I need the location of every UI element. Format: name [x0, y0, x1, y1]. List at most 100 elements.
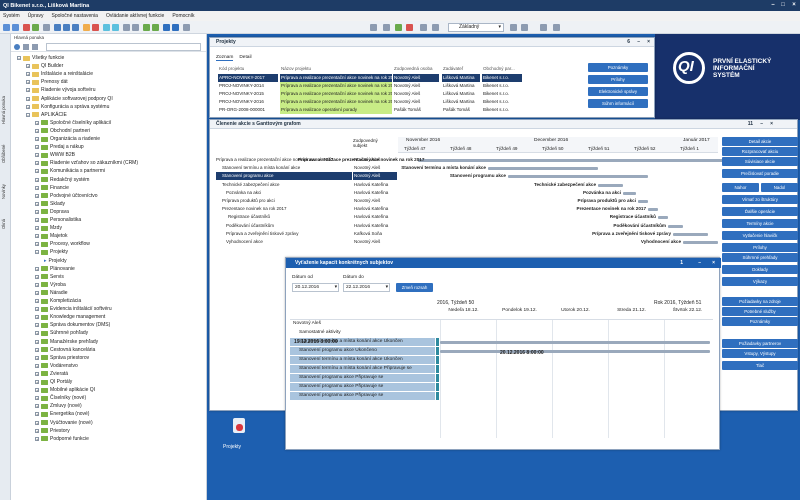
- columns-icon[interactable]: [420, 24, 427, 31]
- expand-icon[interactable]: +: [35, 428, 39, 433]
- table-row[interactable]: APRO-NOVINKY-2017 Príprava a realizace pr…: [218, 74, 522, 82]
- forward-icon[interactable]: [12, 24, 19, 31]
- expand-icon[interactable]: +: [26, 104, 30, 109]
- minimize-icon[interactable]: –: [760, 120, 763, 129]
- prilohy-button[interactable]: Prílohy: [588, 75, 648, 84]
- tree-item[interactable]: + Procesy, workflow: [35, 240, 90, 248]
- minimize-icon[interactable]: –: [768, 0, 778, 11]
- tree-item[interactable]: − Projekty: [35, 248, 68, 256]
- tree-item[interactable]: + Číselníky (nové): [35, 394, 86, 402]
- menu-system[interactable]: Systém: [3, 13, 20, 19]
- layout-select[interactable]: Základný ▾: [448, 23, 504, 32]
- tree-item[interactable]: + Evidencia inštalácií softvéru: [35, 305, 112, 313]
- tree-item[interactable]: + Podvojné účtovníctvo: [35, 192, 98, 200]
- expand-icon[interactable]: +: [35, 396, 39, 401]
- date-to-input[interactable]: 22.12.2016 ▾: [343, 283, 390, 292]
- action-button[interactable]: Detail akcie: [722, 137, 798, 146]
- expand-icon[interactable]: +: [35, 266, 39, 271]
- gantt-task-name[interactable]: Registrace účastníků: [228, 213, 358, 221]
- refresh-icon[interactable]: [32, 24, 39, 31]
- export-icon[interactable]: [143, 24, 150, 31]
- gantt-task-name[interactable]: Poděkování účastníkům: [226, 222, 356, 230]
- settings-icon[interactable]: [183, 24, 190, 31]
- tree-item[interactable]: + Zvieratá: [35, 370, 68, 378]
- tree-item[interactable]: + QI Portály: [35, 378, 72, 386]
- expand-icon[interactable]: −: [17, 56, 21, 61]
- action-button[interactable]: Potrebné služby: [722, 307, 798, 316]
- tree-item[interactable]: + Konfigurácia a správa systému: [26, 103, 109, 111]
- expand-icon[interactable]: +: [35, 145, 39, 150]
- table-row[interactable]: PR-ORG-2008-000001 Príprava a realizace o…: [218, 106, 522, 114]
- capacity-row[interactable]: Novotný Aleš: [290, 320, 435, 328]
- tree-item[interactable]: + Knowledge management: [35, 313, 105, 321]
- capacity-row[interactable]: Stanovení programu akce Připravuje se: [290, 392, 435, 400]
- action-button[interactable]: Ďalšie operácie: [722, 207, 798, 216]
- tree-item[interactable]: + Podporné funkcie: [35, 435, 89, 443]
- expand-icon[interactable]: +: [35, 315, 39, 320]
- capacity-row[interactable]: Stanovení programu akce Ukončeno: [290, 347, 435, 355]
- expand-icon[interactable]: +: [26, 96, 30, 101]
- expand-icon[interactable]: +: [35, 242, 39, 247]
- tree-item[interactable]: + Mzdy: [35, 224, 62, 232]
- tree-item[interactable]: + Náradie: [35, 289, 68, 297]
- column-header[interactable]: Kód projektu: [218, 65, 278, 73]
- help-icon[interactable]: [163, 24, 170, 31]
- tab-detail[interactable]: Detail: [239, 55, 251, 61]
- tree-item[interactable]: + QI Builder: [26, 62, 63, 70]
- gantt-task-name[interactable]: Príprava a zveřejnění tiskové zprávy: [226, 230, 356, 238]
- minimize-icon[interactable]: –: [698, 258, 701, 268]
- stop-icon[interactable]: [23, 24, 30, 31]
- window-tile-icon[interactable]: [553, 24, 560, 31]
- rail-tab-novinky[interactable]: Novinky: [1, 179, 10, 204]
- capacity-row[interactable]: Stanovení programu akce Připravuje se: [290, 383, 435, 391]
- tree-item[interactable]: ▸ Projekty: [44, 257, 67, 265]
- new-icon[interactable]: [54, 24, 61, 31]
- expand-icon[interactable]: +: [35, 209, 39, 214]
- expand-icon[interactable]: +: [26, 88, 30, 93]
- gantt-task-name[interactable]: Pozvánka na akci: [226, 189, 356, 197]
- tree-item[interactable]: + Výroba: [35, 281, 66, 289]
- capacity-bar[interactable]: [440, 341, 710, 344]
- expand-icon[interactable]: +: [35, 153, 39, 158]
- expand-icon[interactable]: +: [35, 307, 39, 312]
- action-button[interactable]: Nahor: [722, 183, 759, 192]
- find-icon[interactable]: [123, 24, 130, 31]
- search-input[interactable]: [46, 43, 201, 51]
- tree-item[interactable]: + Správa priestorov: [35, 354, 89, 362]
- action-button[interactable]: Súhrnné prehľady: [722, 253, 798, 262]
- action-button[interactable]: Požiadavky partnerov: [722, 339, 798, 348]
- tree-item[interactable]: + Zmluvy (nové): [35, 402, 82, 410]
- info-icon[interactable]: [172, 24, 179, 31]
- gantt-bar[interactable]: [488, 167, 598, 171]
- rail-tab-oblubene[interactable]: Obľúbené: [1, 139, 10, 169]
- rail-tab-okna[interactable]: Okná: [1, 214, 10, 234]
- zmen-rozsah-button[interactable]: Zmeň rozsah: [396, 283, 433, 292]
- tree-item[interactable]: − APLIKÁCIE: [26, 111, 67, 119]
- action-button[interactable]: Termíny akcie: [722, 219, 798, 228]
- tree-item[interactable]: + Sklady: [35, 200, 65, 208]
- gantt-bar[interactable]: [418, 159, 728, 162]
- expand-icon[interactable]: +: [35, 290, 39, 295]
- expand-icon[interactable]: +: [35, 331, 39, 336]
- tree-item[interactable]: + Súhrnné pohľady: [35, 329, 88, 337]
- suhrn-informacii-button[interactable]: Súhrn informácií: [588, 99, 648, 108]
- expand-icon[interactable]: −: [26, 112, 30, 117]
- gantt-task-name[interactable]: Technické zabezpečení akce: [222, 181, 352, 189]
- expand-icon[interactable]: +: [35, 339, 39, 344]
- column-header[interactable]: Obchodný par...: [482, 65, 522, 73]
- capacity-bar[interactable]: [440, 350, 710, 353]
- grid-icon[interactable]: [383, 24, 390, 31]
- tree-item[interactable]: + Správa dokumentov (DMS): [35, 321, 110, 329]
- expand-icon[interactable]: +: [35, 282, 39, 287]
- expand-icon[interactable]: +: [26, 72, 30, 77]
- expand-icon[interactable]: +: [35, 299, 39, 304]
- gantt-task-name[interactable]: Stanovení programu akce: [222, 172, 352, 180]
- expand-icon[interactable]: +: [35, 412, 39, 417]
- expand-icon[interactable]: +: [35, 201, 39, 206]
- sort-icon[interactable]: [132, 24, 139, 31]
- pdf-icon[interactable]: [406, 24, 413, 31]
- expand-icon[interactable]: +: [35, 234, 39, 239]
- gantt-task-name[interactable]: Vyhodnocení akce: [226, 238, 356, 246]
- expand-icon[interactable]: +: [35, 420, 39, 425]
- expand-icon[interactable]: +: [35, 128, 39, 133]
